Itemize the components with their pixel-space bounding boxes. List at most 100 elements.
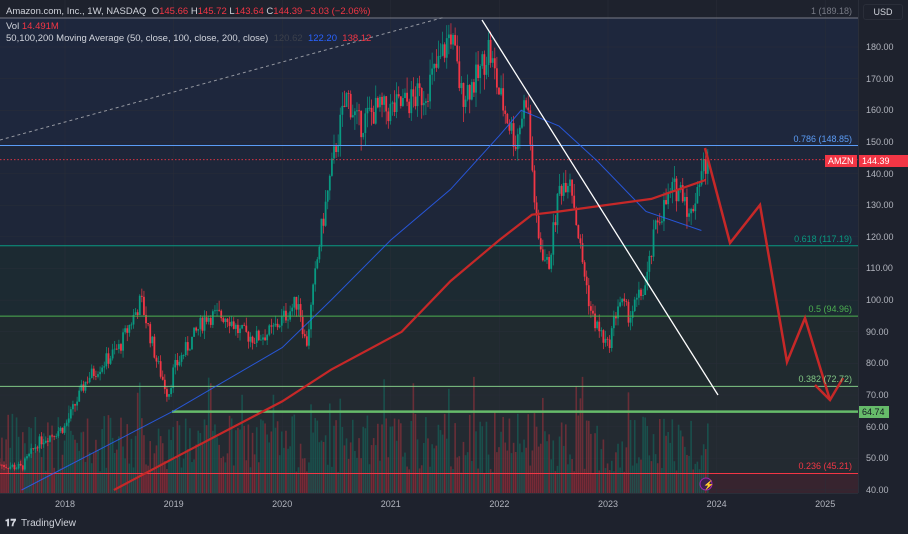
- time-axis[interactable]: 2018 2019 2020 2021 2022 2023 2024 2025: [0, 493, 858, 513]
- candle-body: [406, 92, 408, 102]
- volume-bar: [141, 418, 143, 493]
- candle-body: [585, 276, 588, 286]
- candle-body: [397, 94, 400, 97]
- brand-label[interactable]: TradingView: [21, 518, 76, 529]
- candle-body: [320, 218, 323, 247]
- volume-bar: [590, 433, 592, 493]
- lightning-glyph: ⚡: [703, 479, 714, 491]
- candle-body: [498, 87, 500, 95]
- volume-bar: [7, 414, 9, 493]
- candle-body: [11, 464, 14, 467]
- y-tick-label: 50.00: [866, 453, 889, 464]
- candle-body: [207, 317, 210, 322]
- candle-body: [293, 296, 296, 308]
- volume-bar: [22, 432, 24, 493]
- currency-button[interactable]: USD: [863, 4, 903, 20]
- y-tick-label: 40.00: [866, 484, 889, 495]
- volume-bar: [55, 472, 58, 493]
- volume-bar: [278, 455, 281, 493]
- tradingview-logo-icon: 𝟏𝟕: [5, 518, 17, 529]
- volume-bar: [684, 446, 686, 493]
- volume-bar: [199, 433, 202, 493]
- candle-body: [506, 113, 509, 124]
- volume-bar: [97, 449, 99, 493]
- volume-legend[interactable]: Vol 14.491M: [6, 21, 59, 32]
- candle-body: [427, 101, 429, 103]
- candle-body: [633, 299, 636, 312]
- volume-bar: [592, 472, 594, 493]
- candle-body: [562, 182, 565, 196]
- volume-bar: [393, 418, 396, 493]
- volume-bar: [222, 456, 225, 493]
- volume-bar: [3, 468, 5, 493]
- symbol-title: Amazon.com, Inc., 1W, NASDAQ: [6, 6, 147, 17]
- candle-body: [339, 114, 342, 146]
- volume-bar: [464, 455, 467, 493]
- volume-bar: [103, 416, 106, 493]
- volume-bar: [471, 460, 473, 493]
- volume-bar: [404, 452, 406, 493]
- candle-body: [32, 448, 35, 450]
- volume-bar: [155, 445, 158, 493]
- candle-body: [159, 361, 162, 377]
- candle-body: [3, 464, 5, 468]
- volume-bar: [466, 452, 469, 493]
- candle-body: [55, 436, 58, 437]
- volume-bar: [107, 415, 110, 493]
- volume-bar: [191, 462, 193, 493]
- candle-body: [420, 88, 423, 106]
- candle-body: [49, 435, 51, 442]
- volume-bar: [166, 468, 168, 493]
- candle-body: [9, 466, 12, 469]
- volume-bar: [418, 468, 421, 493]
- x-tick-label: 2019: [163, 499, 184, 509]
- volume-bar: [130, 438, 133, 493]
- candle-body: [138, 295, 141, 316]
- ma-legend[interactable]: 50,100,200 Moving Average (50, close, 10…: [6, 33, 371, 44]
- volume-bar: [448, 388, 450, 493]
- volume-bar: [299, 443, 302, 493]
- candle-body: [241, 324, 244, 329]
- volume-bar: [556, 465, 559, 493]
- volume-bar: [665, 435, 667, 493]
- candle-body: [42, 442, 45, 445]
- volume-bar: [587, 420, 590, 493]
- candle-body: [502, 88, 505, 111]
- volume-bar: [370, 445, 373, 493]
- candle-body: [220, 310, 223, 319]
- y-tick-label: 120.00: [866, 231, 894, 242]
- candle-body: [107, 353, 110, 364]
- last-price-badge: 144.39: [859, 155, 908, 167]
- volume-bar: [452, 469, 454, 493]
- x-tick-label: 2018: [54, 499, 76, 509]
- volume-bar: [95, 439, 97, 493]
- candle-body: [504, 110, 507, 114]
- x-tick-label: 2025: [815, 499, 836, 509]
- chart-canvas[interactable]: ⚡: [0, 0, 858, 493]
- volume-bar: [673, 461, 676, 493]
- candle-body: [147, 323, 150, 325]
- volume-bar: [439, 430, 442, 493]
- price-chart[interactable]: ⚡ Amazon.com, Inc., 1W, NASDAQ O145.66 H…: [0, 0, 858, 493]
- candle-body: [63, 425, 66, 433]
- candle-body: [99, 371, 101, 375]
- volume-bar: [316, 420, 319, 493]
- candle-body: [305, 336, 308, 346]
- volume-bar: [638, 457, 640, 493]
- candle-body: [264, 337, 266, 341]
- volume-bar: [105, 467, 108, 493]
- volume-bar: [205, 425, 208, 493]
- volume-bar: [30, 428, 32, 493]
- price-axis[interactable]: 180.00 170.00 160.00 150.00 140.00 130.00 120.…: [858, 0, 908, 495]
- candle-body: [214, 310, 216, 312]
- volume-bar: [619, 467, 621, 493]
- candle-body: [395, 94, 398, 113]
- candle-body: [660, 221, 663, 223]
- candle-body: [255, 330, 258, 343]
- candle-body: [596, 321, 599, 329]
- candle-body: [381, 96, 383, 105]
- candle-body: [583, 262, 586, 277]
- volume-bar: [402, 456, 404, 493]
- volume-bar: [274, 427, 277, 493]
- high-value: 145.72: [197, 6, 227, 17]
